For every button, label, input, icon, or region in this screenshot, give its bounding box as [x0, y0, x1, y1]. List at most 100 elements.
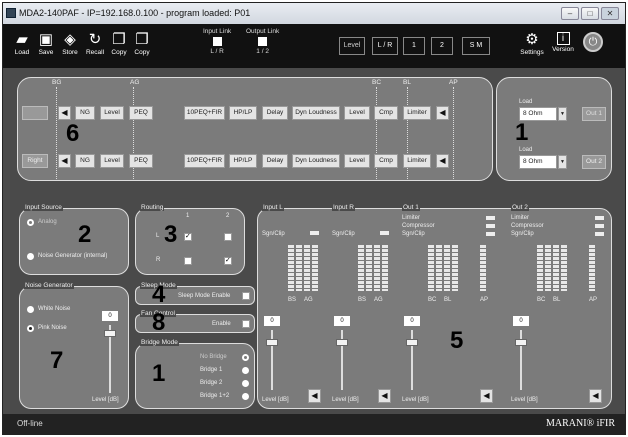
marker-bc: BC [372, 79, 382, 86]
route-l-2-checkbox[interactable] [224, 233, 232, 241]
maximize-button[interactable]: □ [581, 7, 599, 20]
out2-level-slider[interactable] [515, 339, 527, 346]
bridge12-radio[interactable] [242, 393, 249, 400]
copy-button-1[interactable]: ❐ Copy [108, 31, 130, 57]
out2-level-value[interactable]: 0 [513, 316, 529, 326]
floppy-icon: ▣ [38, 31, 54, 48]
load-select-2[interactable]: 8 Ohm [519, 155, 557, 169]
inr-level-slider[interactable] [336, 339, 348, 346]
mode-sm-button[interactable]: S M [462, 37, 490, 55]
mode-2-button[interactable]: 2 [431, 37, 453, 55]
bl-label-out2: BL [553, 297, 561, 303]
copy-button-2[interactable]: ❐ Copy [131, 32, 153, 57]
out1-mute-icon[interactable]: ◀ [480, 389, 493, 403]
input-link-checkbox[interactable] [212, 37, 222, 46]
chevron-down-icon[interactable]: ▼ [558, 107, 567, 121]
input-link[interactable]: Input Link L / R [203, 28, 231, 55]
mute-out-2-icon[interactable]: ◀ [436, 154, 449, 168]
marker-ap: AP [449, 79, 458, 86]
dyn-loudness-button-2[interactable]: Dyn Loudness [292, 154, 340, 168]
load-button[interactable]: ▰ Load [11, 31, 33, 57]
marker-ag: AG [130, 79, 140, 86]
mode-1-button[interactable]: 1 [403, 37, 425, 55]
route-l-1-checkbox[interactable]: ✓ [184, 233, 192, 241]
folder-icon: ▰ [16, 31, 28, 48]
noise-level-value[interactable]: 0 [102, 311, 118, 321]
mute-out-1-icon[interactable]: ◀ [436, 106, 449, 120]
callout-8: 8 [152, 309, 166, 336]
bridge2-radio[interactable] [242, 380, 249, 387]
limiter-button-2[interactable]: Limiter [403, 154, 431, 168]
mute-in-1-icon[interactable]: ◀ [58, 106, 71, 120]
limiter-button-1[interactable]: Limiter [403, 106, 431, 120]
out1-level-value[interactable]: 0 [404, 316, 420, 326]
input-source-title: Input Source [24, 204, 63, 211]
fan-control-panel: Fan Control Enable 8 [135, 309, 255, 336]
minimize-button[interactable]: – [561, 7, 579, 20]
power-icon: ⏻ [588, 36, 598, 48]
noise-level-slider[interactable] [104, 330, 116, 337]
refresh-icon: ↻ [88, 31, 102, 48]
power-button[interactable]: ⏻ [583, 32, 603, 52]
pink-noise-radio[interactable] [27, 325, 34, 332]
noise-gen-radio[interactable] [27, 253, 34, 260]
out1-level-slider[interactable] [406, 339, 418, 346]
delay-button-1[interactable]: Delay [262, 106, 288, 120]
chevron-down-icon[interactable]: ▼ [558, 155, 567, 169]
out2-mute-icon[interactable]: ◀ [589, 389, 602, 403]
version-button[interactable]: i Version [549, 32, 577, 53]
dyn-loudness-button-1[interactable]: Dyn Loudness [292, 106, 340, 120]
analog-radio[interactable] [27, 219, 34, 226]
route-r-1-checkbox[interactable] [184, 257, 192, 265]
brand-logo: MARANI® iFIR [546, 418, 615, 429]
save-button[interactable]: ▣ Save [35, 31, 57, 57]
level-button-1[interactable]: Level [100, 106, 124, 120]
status-bar: Off-line MARANI® iFIR [3, 414, 625, 434]
close-button[interactable]: ✕ [601, 7, 619, 20]
bridge1-radio[interactable] [242, 367, 249, 374]
mute-in-2-icon[interactable]: ◀ [58, 154, 71, 168]
ng-button-1[interactable]: NG [75, 106, 95, 120]
inl-mute-icon[interactable]: ◀ [308, 389, 321, 403]
level2-button-2[interactable]: Level [344, 154, 370, 168]
ag-label-inl: AG [304, 297, 313, 303]
inl-level-value[interactable]: 0 [264, 316, 280, 326]
cmp-button-1[interactable]: Cmp [374, 106, 398, 120]
mode-level-button[interactable]: Level [339, 37, 365, 55]
white-noise-radio[interactable] [27, 306, 34, 313]
fan-checkbox[interactable] [242, 320, 250, 328]
inr-level-value[interactable]: 0 [334, 316, 350, 326]
sleep-checkbox[interactable] [242, 292, 250, 300]
routing-row-r: R [156, 257, 161, 263]
mode-lr-button[interactable]: L / R [372, 37, 398, 55]
routing-col-2: 2 [226, 213, 230, 219]
copy-icon: ❐ [112, 31, 126, 48]
store-button[interactable]: ◈ Store [59, 32, 81, 57]
route-r-2-checkbox[interactable]: ✓ [224, 257, 232, 265]
input-select-1[interactable] [22, 106, 48, 120]
output-link[interactable]: Output Link 1 / 2 [246, 28, 279, 55]
hplp-button-1[interactable]: HP/LP [229, 106, 257, 120]
peq-button-1[interactable]: PEQ [129, 106, 153, 120]
recall-button[interactable]: ↻ Recall [84, 31, 106, 57]
cmp-button-2[interactable]: Cmp [374, 154, 398, 168]
hplp-button-2[interactable]: HP/LP [229, 154, 257, 168]
inl-level-slider[interactable] [266, 339, 278, 346]
peq-button-2[interactable]: PEQ [129, 154, 153, 168]
ng-button-2[interactable]: NG [75, 154, 95, 168]
no-bridge-radio[interactable] [242, 354, 249, 361]
output-label-1: Out 1 [582, 107, 606, 121]
compressor-label-out1: Compressor [402, 223, 435, 229]
settings-button[interactable]: ⚙ Settings [518, 32, 546, 57]
inl-level-label: Level [dB] [262, 397, 289, 403]
level-button-2[interactable]: Level [100, 154, 124, 168]
output-link-checkbox[interactable] [258, 37, 268, 46]
fir-button-2[interactable]: 10PEQ+FIR [184, 154, 225, 168]
input-select-2[interactable]: Right [22, 154, 48, 168]
noise-gen-title: Noise Generator [24, 282, 74, 289]
level2-button-1[interactable]: Level [344, 106, 370, 120]
fir-button-1[interactable]: 10PEQ+FIR [184, 106, 225, 120]
ap-label-out1: AP [480, 297, 489, 303]
inr-mute-icon[interactable]: ◀ [378, 389, 391, 403]
delay-button-2[interactable]: Delay [262, 154, 288, 168]
